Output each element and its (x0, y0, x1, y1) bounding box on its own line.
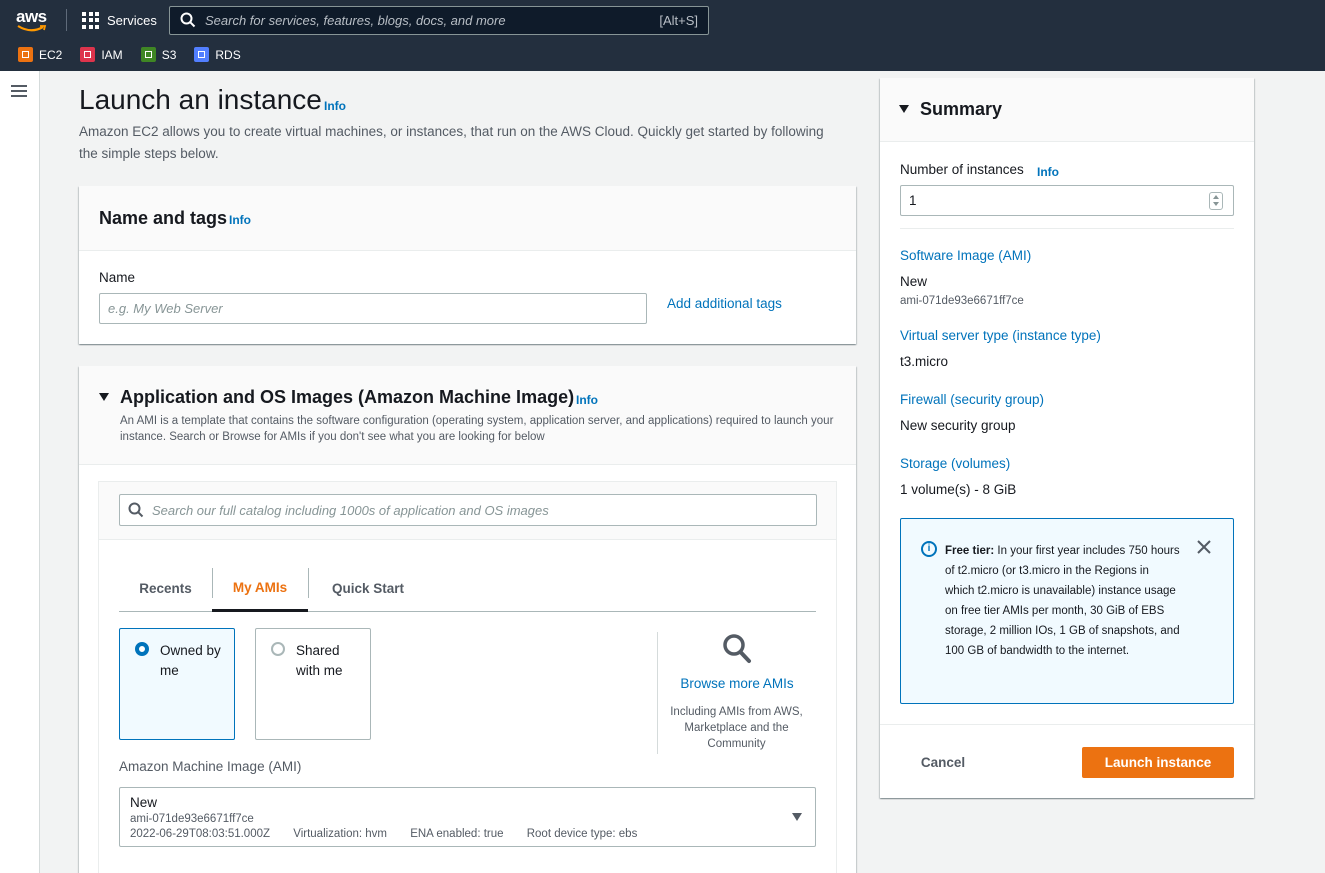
owned-by-me-label: Owned by me (160, 643, 221, 678)
name-field-placeholder: e.g. My Web Server (108, 301, 223, 316)
search-placeholder: Search for services, features, blogs, do… (205, 13, 506, 28)
caret-down-icon[interactable] (899, 105, 909, 113)
cancel-button[interactable]: Cancel (900, 747, 986, 777)
name-field[interactable]: e.g. My Web Server (99, 293, 647, 324)
selected-ami-date: 2022-06-29T08:03:51.000Z (130, 828, 271, 840)
search-icon (128, 502, 144, 518)
menu-icon[interactable] (11, 85, 27, 97)
services-menu-button[interactable]: Services (82, 11, 157, 29)
favorite-iam[interactable]: IAM (80, 47, 123, 62)
instance-type-link[interactable]: Virtual server type (instance type) (900, 328, 1101, 343)
grid-icon (82, 11, 99, 29)
tab-quick-start[interactable]: Quick Start (308, 566, 428, 611)
tab-recents[interactable]: Recents (119, 566, 212, 611)
rds-icon (194, 47, 210, 62)
global-search-input[interactable]: Search for services, features, blogs, do… (169, 6, 709, 35)
name-and-tags-title: Name and tags (99, 208, 228, 228)
ami-field-label: Amazon Machine Image (AMI) (119, 759, 302, 774)
firewall-value: New security group (900, 418, 1016, 433)
ami-description: An AMI is a template that contains the s… (120, 415, 834, 443)
number-stepper[interactable] (1209, 192, 1223, 210)
search-icon (180, 12, 196, 28)
summary-divider (900, 228, 1234, 229)
ami-selector-box: Search our full catalog including 1000s … (98, 481, 837, 873)
favorite-rds[interactable]: RDS (194, 47, 241, 62)
launch-instance-button[interactable]: Launch instance (1082, 747, 1234, 778)
ami-panel-title: Application and OS Images (Amazon Machin… (120, 387, 575, 407)
free-tier-text: Free tier: In your first year includes 7… (945, 545, 1180, 657)
summary-header[interactable]: Summary (880, 78, 1254, 142)
browse-more-amis-note: Including AMIs from AWS, Marketplace and… (670, 706, 803, 750)
name-and-tags-info-link[interactable]: Info (229, 213, 251, 227)
aws-logo[interactable]: aws (16, 7, 50, 35)
shared-with-me-tile[interactable]: Shared with me (255, 628, 371, 740)
selected-ami-virtualization: Virtualization: hvm (293, 828, 387, 840)
name-field-label: Name (99, 270, 136, 285)
magnifier-icon[interactable] (722, 633, 752, 665)
tab-my-amis[interactable]: My AMIs (212, 566, 308, 612)
name-and-tags-panel: Name and tags Info Name e.g. My Web Serv… (79, 186, 856, 344)
summary-title: Summary (920, 99, 1003, 119)
favorite-ec2[interactable]: EC2 (18, 47, 62, 62)
page-info-link[interactable]: Info (324, 99, 346, 113)
page-title: Launch an instance (79, 84, 322, 115)
summary-panel: Summary Number of instances Info 1 Softw… (880, 78, 1254, 798)
ami-panel-header[interactable]: Application and OS Images (Amazon Machin… (79, 366, 856, 465)
services-label: Services (107, 12, 157, 28)
aws-smile-icon (17, 25, 47, 32)
storage-value: 1 volume(s) - 8 GiB (900, 482, 1017, 497)
storage-link[interactable]: Storage (volumes) (900, 456, 1010, 471)
name-and-tags-header: Name and tags Info (79, 186, 856, 251)
free-tier-alert: i Free tier: In your first year includes… (900, 518, 1234, 704)
caret-down-icon[interactable] (99, 393, 109, 401)
favorite-s3[interactable]: S3 (140, 47, 176, 62)
browse-divider (657, 632, 658, 754)
firewall-link[interactable]: Firewall (security group) (900, 392, 1044, 407)
favorites-bar: EC2 IAM S3 RDS (18, 47, 241, 62)
ami-select-dropdown[interactable]: New ami-071de93e6671ff7ce 2022-06-29T08:… (119, 787, 816, 847)
number-of-instances-info-link[interactable]: Info (1037, 165, 1059, 179)
shared-with-me-label: Shared with me (296, 643, 343, 678)
ami-catalog-search-placeholder: Search our full catalog including 1000s … (152, 503, 549, 518)
browse-more-amis-link[interactable]: Browse more AMIs (657, 676, 817, 691)
close-icon[interactable] (1196, 539, 1212, 555)
nav-divider (66, 9, 67, 31)
selected-ami-id: ami-071de93e6671ff7ce (130, 813, 254, 825)
number-of-instances-label: Number of instances (900, 162, 1024, 177)
ami-catalog-search-input[interactable]: Search our full catalog including 1000s … (119, 494, 817, 526)
ami-panel: Application and OS Images (Amazon Machin… (79, 366, 856, 873)
ami-info-link[interactable]: Info (576, 393, 598, 407)
ec2-icon (18, 47, 33, 62)
number-of-instances-input[interactable]: 1 (900, 185, 1234, 216)
add-additional-tags-link[interactable]: Add additional tags (667, 296, 782, 311)
software-image-value: New (900, 274, 928, 289)
number-of-instances-value: 1 (909, 193, 917, 208)
software-image-link[interactable]: Software Image (AMI) (900, 248, 1031, 263)
selected-ami-name: New (130, 795, 158, 810)
top-navigation: aws Services Search for services, featur… (0, 0, 1325, 71)
owned-by-me-tile[interactable]: Owned by me (119, 628, 235, 740)
shared-with-me-radio[interactable] (271, 642, 285, 656)
search-shortcut: [Alt+S] (659, 13, 698, 28)
ami-search-header: Search our full catalog including 1000s … (99, 482, 836, 540)
selected-ami-root-device: Root device type: ebs (526, 828, 638, 840)
dropdown-caret-icon (792, 813, 802, 821)
iam-icon (80, 47, 96, 62)
selected-ami-ena: ENA enabled: true (410, 828, 504, 840)
software-image-id: ami-071de93e6671ff7ce (900, 295, 1024, 307)
selected-ami-meta: 2022-06-29T08:03:51.000Z Virtualization:… (130, 828, 657, 840)
ami-tabs: Recents My AMIs Quick Start (119, 566, 816, 612)
info-icon: i (921, 541, 937, 557)
page-description: Amazon EC2 allows you to create virtual … (79, 124, 824, 161)
instance-type-value: t3.micro (900, 354, 949, 369)
s3-icon (140, 47, 156, 62)
summary-footer: Cancel Launch instance (880, 724, 1254, 798)
owned-by-me-radio[interactable] (135, 642, 149, 656)
side-navigation-rail (0, 71, 40, 873)
